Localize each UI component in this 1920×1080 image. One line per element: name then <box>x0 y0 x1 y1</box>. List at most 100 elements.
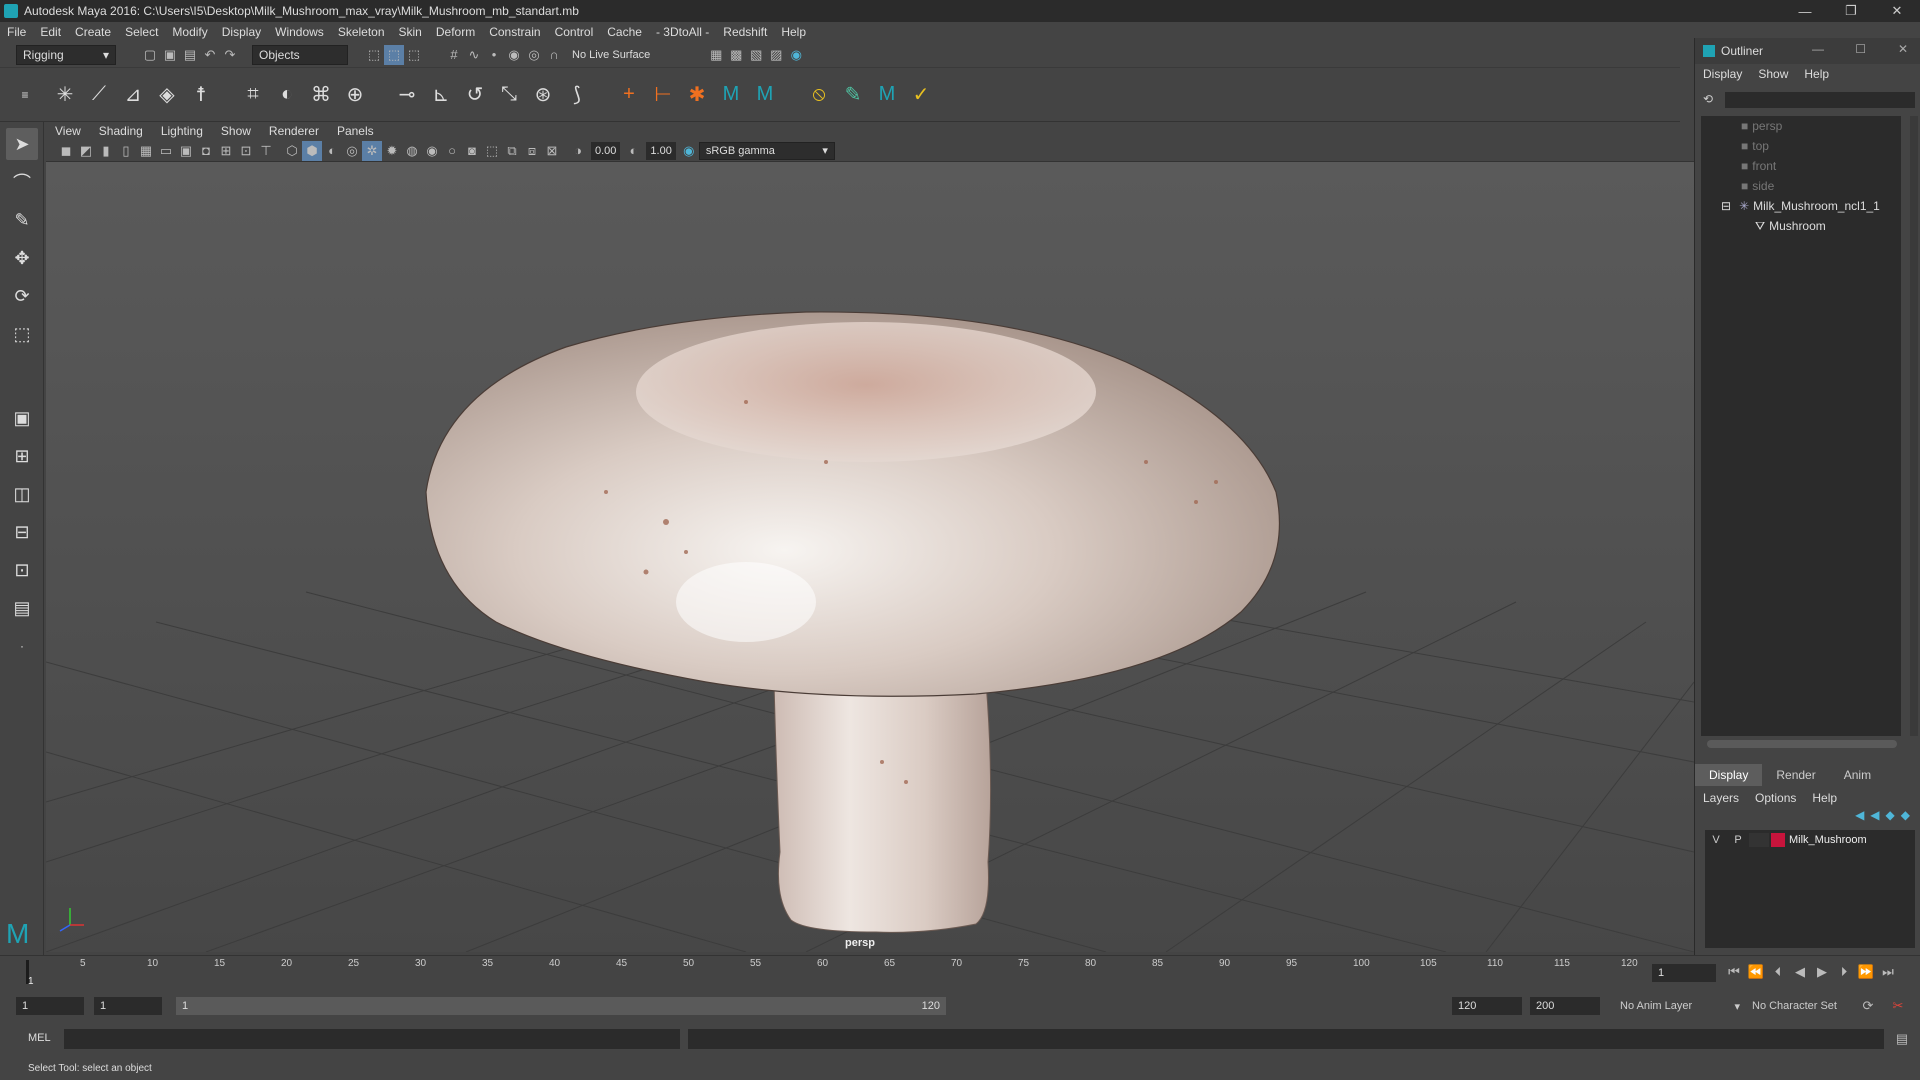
layer-menu-help[interactable]: Help <box>1804 791 1845 805</box>
menu-select[interactable]: Select <box>118 25 165 39</box>
outliner-search-input[interactable] <box>1725 92 1915 108</box>
menu-set-dropdown[interactable]: Rigging ▾ <box>16 44 116 65</box>
command-input[interactable] <box>64 1029 680 1049</box>
motion-blur-icon[interactable]: ◉ <box>422 141 442 161</box>
selection-mask-dropdown[interactable]: Objects <box>252 44 348 65</box>
xray-components-icon[interactable]: ⊠ <box>542 141 562 161</box>
outliner-item-side[interactable]: ■ side <box>1701 176 1901 196</box>
constraint-point-icon[interactable]: ⊸ <box>390 78 424 112</box>
use-all-lights-icon[interactable]: ✲ <box>362 140 382 161</box>
move-layer-down-icon[interactable]: ◀ <box>1870 808 1879 822</box>
select-object-icon[interactable]: ⬚ <box>384 44 404 65</box>
panel-menu-lighting[interactable]: Lighting <box>152 124 212 138</box>
magnet-icon[interactable]: ∩ <box>544 45 564 65</box>
save-scene-icon[interactable]: ▤ <box>180 45 200 65</box>
outliner-item-top[interactable]: ■ top <box>1701 136 1901 156</box>
close-button[interactable]: ✕ <box>1874 0 1920 22</box>
four-pane-layout-icon[interactable]: ⊞ <box>6 440 38 472</box>
new-layer-selected-icon[interactable]: ◆ <box>1901 808 1910 822</box>
bookmark-icon[interactable]: ▮ <box>96 141 116 161</box>
redo-icon[interactable]: ↷ <box>220 45 240 65</box>
locator-joint-icon[interactable]: ⊢ <box>646 78 680 112</box>
animation-end-field[interactable]: 200 <box>1530 997 1600 1015</box>
menu-3dtoall[interactable]: - 3DtoAll - <box>649 25 716 39</box>
menu-modify[interactable]: Modify <box>165 25 214 39</box>
outliner-menu-show[interactable]: Show <box>1750 67 1796 81</box>
animation-preferences-icon[interactable]: ✂ <box>1888 996 1908 1016</box>
select-hierarchy-icon[interactable]: ⬚ <box>364 45 384 65</box>
constraint-parent-icon[interactable]: ⊛ <box>526 78 560 112</box>
layer-row[interactable]: V P Milk_Mushroom <box>1705 830 1915 850</box>
outliner-close-button[interactable]: ✕ <box>1898 42 1908 56</box>
check-icon[interactable]: ✓ <box>904 78 938 112</box>
textured-icon[interactable]: ◎ <box>342 141 362 161</box>
layer-playback-toggle[interactable]: P <box>1727 834 1749 846</box>
single-pane-layout-icon[interactable]: ▣ <box>6 402 38 434</box>
snap-grid-icon[interactable]: # <box>444 45 464 65</box>
new-layer-icon[interactable]: ◆ <box>1886 808 1895 822</box>
render-current-icon[interactable]: ▧ <box>746 45 766 65</box>
range-slider[interactable]: 1 120 <box>176 997 946 1015</box>
maya-shelf-icon-1[interactable]: M <box>714 78 748 112</box>
menu-display[interactable]: Display <box>215 25 268 39</box>
outliner-layout-icon[interactable]: ▤ <box>6 592 38 624</box>
xray-joints-icon[interactable]: ⧈ <box>522 141 542 161</box>
default-material-icon[interactable]: ◐ <box>322 141 342 161</box>
blend-shape-icon[interactable]: ⊕ <box>338 78 372 112</box>
panel-menu-view[interactable]: View <box>46 124 90 138</box>
maya-shelf-icon-3[interactable]: M <box>870 78 904 112</box>
paint-weights-icon[interactable]: ⦸ <box>802 78 836 112</box>
resolution-gate-icon[interactable]: ▣ <box>176 141 196 161</box>
more-layouts-icon[interactable]: · <box>6 630 38 662</box>
menu-edit[interactable]: Edit <box>33 25 68 39</box>
menu-skin[interactable]: Skin <box>392 25 429 39</box>
minimize-button[interactable]: — <box>1782 0 1828 22</box>
perspective-viewport[interactable]: persp <box>46 162 1694 952</box>
move-layer-up-icon[interactable]: ◀ <box>1855 808 1864 822</box>
panel-menu-show[interactable]: Show <box>212 124 260 138</box>
gate-mask-icon[interactable]: ◘ <box>196 141 216 161</box>
layer-menu-layers[interactable]: Layers <box>1695 791 1747 805</box>
outliner-filter-icon[interactable]: ⟲ <box>1703 92 1713 106</box>
cluster-icon[interactable]: ⌗ <box>236 78 270 112</box>
joint-tool-icon[interactable]: ✳ <box>48 78 82 112</box>
panel-menu-shading[interactable]: Shading <box>90 124 152 138</box>
panel-menu-renderer[interactable]: Renderer <box>260 124 328 138</box>
camera-select-icon[interactable]: ◼ <box>56 141 76 161</box>
constraint-pole-icon[interactable]: ⟆ <box>560 78 594 112</box>
camera-attributes-icon[interactable]: ◩ <box>76 141 96 161</box>
shadows-icon[interactable]: ✹ <box>382 141 402 161</box>
playback-end-field[interactable]: 120 <box>1452 997 1522 1015</box>
outliner-horizontal-scrollbar[interactable] <box>1707 740 1897 748</box>
go-to-start-icon[interactable]: ⏮ <box>1724 962 1744 982</box>
anim-layer-dropdown[interactable]: No Anim Layer ▾ <box>1620 997 1740 1015</box>
collapse-icon[interactable]: ⊟ <box>1721 199 1731 213</box>
undo-icon[interactable]: ↶ <box>200 45 220 65</box>
tab-anim[interactable]: Anim <box>1830 764 1885 786</box>
lasso-tool-icon[interactable]: ⌒ <box>6 166 38 198</box>
step-forward-key-icon[interactable]: ⏩ <box>1856 962 1876 982</box>
outliner-item-milk-mushroom-group[interactable]: ⊟ ✳ Milk_Mushroom_ncl1_1 <box>1701 196 1901 216</box>
auto-key-icon[interactable]: ⟳ <box>1858 996 1878 1016</box>
color-management-icon[interactable]: ◉ <box>679 141 699 161</box>
hypershade-icon[interactable]: ◉ <box>786 45 806 65</box>
animation-start-field[interactable]: 1 <box>16 997 84 1015</box>
image-plane-icon[interactable]: ▯ <box>116 141 136 161</box>
screen-space-ao-icon[interactable]: ◍ <box>402 141 422 161</box>
layer-color-swatch[interactable] <box>1771 833 1785 847</box>
layer-menu-options[interactable]: Options <box>1747 791 1804 805</box>
play-forwards-icon[interactable]: ▶ <box>1812 962 1832 982</box>
anti-aliasing-icon[interactable]: ○ <box>442 141 462 161</box>
playback-start-field[interactable]: 1 <box>94 997 162 1015</box>
select-component-icon[interactable]: ⬚ <box>404 45 424 65</box>
snap-surface-icon[interactable]: ◉ <box>504 45 524 65</box>
constraint-scale-icon[interactable]: ⤡ <box>492 78 526 112</box>
menu-create[interactable]: Create <box>68 25 118 39</box>
outliner-item-front[interactable]: ■ front <box>1701 156 1901 176</box>
new-scene-icon[interactable]: ▢ <box>140 45 160 65</box>
menu-redshift[interactable]: Redshift <box>716 25 774 39</box>
paint-skin-icon[interactable]: ✎ <box>836 78 870 112</box>
ipr-render-icon[interactable]: ▨ <box>766 45 786 65</box>
paint-select-tool-icon[interactable]: ✎ <box>6 204 38 236</box>
snap-point-icon[interactable]: • <box>484 45 504 65</box>
